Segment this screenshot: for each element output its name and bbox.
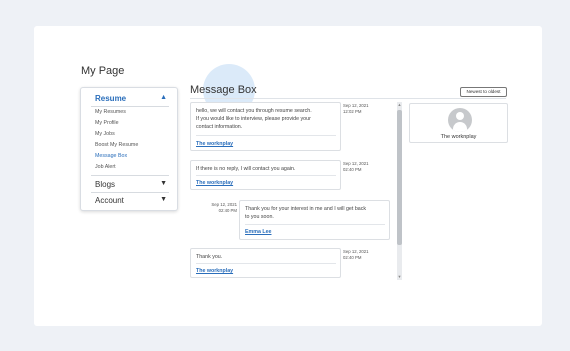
sidebar-section-blogs[interactable]: Blogs ▼ <box>81 178 179 192</box>
message-timestamp: Sep 12, 2021 02:40 PM <box>343 161 369 172</box>
profile-name: The worknplay <box>440 134 477 140</box>
sort-order-button[interactable]: Newest to oldest <box>460 87 507 97</box>
page-title: My Page <box>81 65 125 77</box>
divider <box>91 192 169 193</box>
message-bubble: Thank you for your interest in me and I … <box>239 200 390 240</box>
divider <box>196 135 336 136</box>
message-sender-link[interactable]: The worknplay <box>196 141 233 147</box>
message-list[interactable]: hello, we will contact you through resum… <box>187 100 405 283</box>
scrollbar-thumb[interactable] <box>397 110 402 245</box>
message-sender-link[interactable]: The worknplay <box>196 268 233 274</box>
sidebar-section-label: Blogs <box>95 180 116 189</box>
message-bubble: If there is no reply, I will contact you… <box>190 160 341 190</box>
message-sender-link[interactable]: Emma Lee <box>245 229 272 235</box>
message-box-title: Message Box <box>190 84 257 96</box>
profile-card[interactable]: The worknplay <box>409 103 508 143</box>
message-text: hello, we will contact you through resum… <box>196 108 312 130</box>
sidebar-section-label: Resume <box>95 94 127 103</box>
divider <box>91 106 169 107</box>
scroll-down-icon[interactable]: ▼ <box>397 274 402 279</box>
sidebar-section-label: Account <box>95 196 124 205</box>
message-sender-link[interactable]: The worknplay <box>196 180 233 186</box>
sidebar-section-resume[interactable]: Resume ▲ <box>81 92 179 106</box>
message-text: Thank you. <box>196 254 223 260</box>
message-text: If there is no reply, I will contact you… <box>196 166 296 172</box>
divider <box>91 175 169 176</box>
scroll-up-icon[interactable]: ▲ <box>397 102 402 107</box>
chevron-up-icon: ▲ <box>160 94 167 101</box>
chevron-down-icon: ▼ <box>160 180 167 187</box>
divider <box>190 98 506 99</box>
sidebar-section-account[interactable]: Account ▼ <box>81 194 179 208</box>
sidebar-item-message-box[interactable]: Message Box <box>95 153 127 159</box>
message-bubble: hello, we will contact you through resum… <box>190 102 341 151</box>
sidebar-item-my-profile[interactable]: My Profile <box>95 120 119 126</box>
sidebar-item-job-alert[interactable]: Job Alert <box>95 164 116 170</box>
user-avatar-icon <box>448 108 472 132</box>
message-timestamp: Sep 12, 2021 02:40 PM <box>343 249 369 260</box>
divider <box>196 263 336 264</box>
divider <box>196 175 336 176</box>
sidebar-item-my-resumes[interactable]: My Resumes <box>95 109 126 115</box>
message-timestamp: Sep 12, 2021 12:02 PM <box>343 103 369 114</box>
divider <box>245 224 385 225</box>
sidebar-item-my-jobs[interactable]: My Jobs <box>95 131 115 137</box>
message-timestamp: Sep 12, 2021 02:40 PM <box>211 202 237 213</box>
sidebar: Resume ▲ My Resumes My Profile My Jobs B… <box>80 87 178 211</box>
message-bubble: Thank you. The worknplay <box>190 248 341 278</box>
message-text: Thank you for your interest in me and I … <box>245 206 367 220</box>
chevron-down-icon: ▼ <box>160 196 167 203</box>
sidebar-item-boost-my-resume[interactable]: Boost My Resume <box>95 142 138 148</box>
